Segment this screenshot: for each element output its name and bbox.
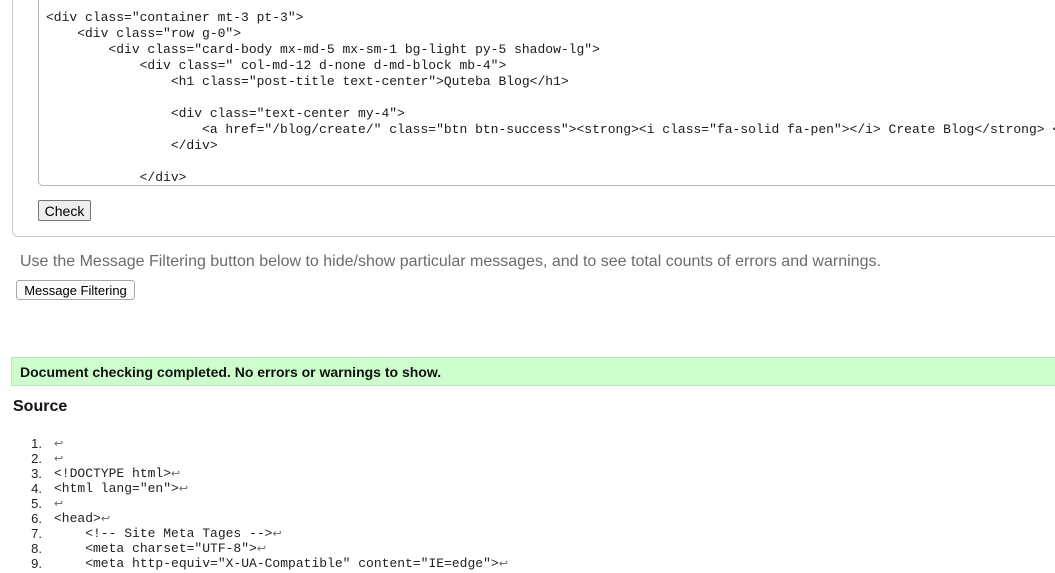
source-line-code: <meta http-equiv="X-UA-Compatible" conte… bbox=[54, 556, 508, 573]
line-break-icon: ↩ bbox=[171, 469, 181, 481]
line-break-icon: ↩ bbox=[100, 514, 111, 526]
line-break-icon: ↩ bbox=[54, 454, 64, 466]
line-break-icon: ↩ bbox=[54, 439, 64, 451]
source-line-number: 5. bbox=[31, 496, 42, 511]
success-message: Document checking completed. No errors o… bbox=[20, 364, 442, 380]
source-line-number: 9. bbox=[31, 556, 42, 571]
code-input-line bbox=[46, 90, 1055, 106]
code-input-line: <h1 class="post-title text-center">Quteb… bbox=[46, 74, 569, 89]
code-input-textarea[interactable]: <div class="container mt-3 pt-3"> <div c… bbox=[38, 0, 1055, 186]
line-break-icon: ↩ bbox=[256, 544, 267, 556]
line-break-icon: ↩ bbox=[178, 484, 189, 496]
source-line: 4. <html lang="en">↩ bbox=[0, 481, 1055, 496]
source-line: 5. ↩ bbox=[0, 496, 1055, 511]
source-line: 9. <meta http-equiv="X-UA-Compatible" co… bbox=[0, 556, 1055, 571]
source-line-number: 2. bbox=[31, 451, 42, 466]
source-line: 1. ↩ bbox=[0, 436, 1055, 451]
source-line-text: <!DOCTYPE html> bbox=[54, 466, 172, 481]
code-input-content: <div class="container mt-3 pt-3"> <div c… bbox=[39, 0, 1055, 185]
source-listing: 1. ↩ 2. ↩ 3. <!DOCTYPE html>↩ 4. <html lang="en… bbox=[0, 436, 1055, 571]
source-line-number: 7. bbox=[31, 526, 42, 541]
code-input-line: <div class=" col-md-12 d-none d-md-block… bbox=[46, 58, 507, 73]
source-heading: Source bbox=[13, 398, 68, 415]
message-filtering-button[interactable]: Message Filtering bbox=[16, 280, 135, 300]
source-line-number: 6. bbox=[31, 511, 42, 526]
source-line: 7. <!-- Site Meta Tages -->↩ bbox=[0, 526, 1055, 541]
source-line-number: 1. bbox=[31, 436, 42, 451]
source-line-text: <meta http-equiv="X-UA-Compatible" conte… bbox=[54, 556, 499, 571]
code-input-line: <div class="text-center my-4"> bbox=[46, 106, 405, 121]
message-filter-help-text: Use the Message Filtering button below t… bbox=[20, 253, 881, 270]
source-line: 2. ↩ bbox=[0, 451, 1055, 466]
source-line: 8. <meta charset="UTF-8">↩ bbox=[0, 541, 1055, 556]
source-line-number: 4. bbox=[31, 481, 42, 496]
source-line-text: <!-- Site Meta Tages --> bbox=[54, 526, 273, 541]
code-input-line: <div class="row g-0"> bbox=[46, 26, 242, 41]
code-input-line: <div class="card-body mx-md-5 mx-sm-1 bg… bbox=[46, 42, 600, 57]
check-button[interactable]: Check bbox=[38, 200, 91, 221]
source-line: 3. <!DOCTYPE html>↩ bbox=[0, 466, 1055, 481]
code-input-line: <div class="container mt-3 pt-3"> bbox=[46, 10, 304, 25]
code-input-line bbox=[46, 154, 1055, 170]
source-line-number: 8. bbox=[31, 541, 42, 556]
source-line-text: <html lang="en"> bbox=[54, 481, 179, 496]
code-input-line: <a href="/blog/create/" class="btn btn-s… bbox=[46, 122, 1055, 137]
source-line-text: <meta charset="UTF-8"> bbox=[54, 541, 257, 556]
code-input-line: </div> bbox=[46, 138, 218, 153]
line-break-icon: ↩ bbox=[272, 529, 282, 541]
code-input-line: </div> bbox=[46, 170, 187, 185]
success-message-box: Document checking completed. No errors o… bbox=[11, 357, 1055, 386]
source-line: 6. <head>↩ bbox=[0, 511, 1055, 526]
line-break-icon: ↩ bbox=[54, 499, 64, 511]
source-line-text: <head> bbox=[54, 511, 101, 526]
source-line-number: 3. bbox=[31, 466, 42, 481]
